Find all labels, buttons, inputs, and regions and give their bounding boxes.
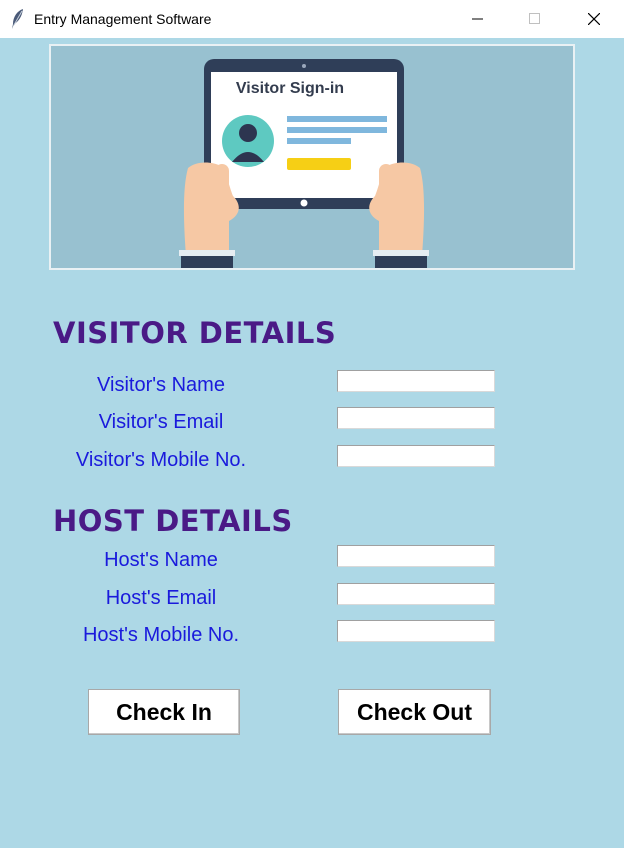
- close-button[interactable]: [571, 0, 617, 38]
- host-email-input[interactable]: [337, 583, 495, 605]
- feather-icon: [10, 8, 26, 30]
- minimize-button[interactable]: [455, 0, 501, 38]
- tablet-visitor-sign-in-illustration: Visitor Sign-in: [51, 46, 573, 268]
- visitor-email-input[interactable]: [337, 407, 495, 429]
- visitor-name-label: Visitor's Name: [97, 374, 225, 396]
- host-mobile-input[interactable]: [337, 620, 495, 642]
- visitor-mobile-input[interactable]: [337, 445, 495, 467]
- tablet-heading: Visitor Sign-in: [236, 80, 344, 97]
- title-bar: Entry Management Software: [0, 0, 624, 38]
- banner-image: Visitor Sign-in: [49, 44, 575, 270]
- check-out-button[interactable]: Check Out: [338, 689, 491, 735]
- host-email-label: Host's Email: [105, 587, 217, 609]
- host-details-heading: HOST DETAILS: [53, 504, 293, 538]
- visitor-details-heading: VISITOR DETAILS: [53, 316, 337, 350]
- visitor-mobile-label: Visitor's Mobile No.: [75, 449, 247, 471]
- window-title: Entry Management Software: [34, 11, 212, 27]
- visitor-email-label: Visitor's Email: [98, 411, 224, 433]
- host-name-input[interactable]: [337, 545, 495, 567]
- host-mobile-label: Host's Mobile No.: [82, 624, 240, 646]
- host-name-label: Host's Name: [104, 549, 218, 571]
- maximize-button[interactable]: [512, 0, 558, 38]
- visitor-name-input[interactable]: [337, 370, 495, 392]
- check-in-button[interactable]: Check In: [88, 689, 240, 735]
